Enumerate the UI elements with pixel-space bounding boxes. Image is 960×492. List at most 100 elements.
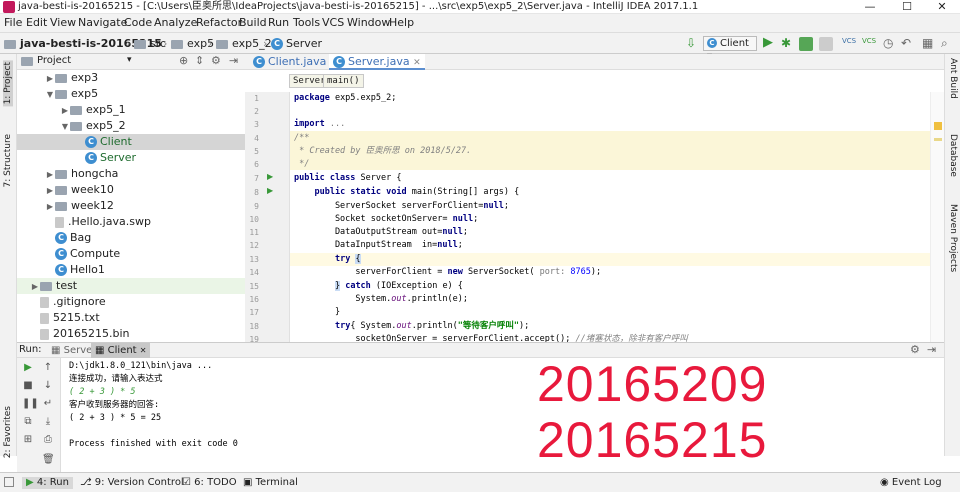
run-gutter-icon[interactable]: ▶ xyxy=(267,172,273,181)
collapsed-arrow-icon[interactable]: ▶ xyxy=(45,183,55,199)
settings-gear-icon[interactable]: ⚙ xyxy=(211,54,221,67)
stop-icon[interactable] xyxy=(819,37,833,51)
history-icon[interactable]: ◷ xyxy=(883,36,893,50)
collapsed-arrow-icon[interactable]: ▶ xyxy=(45,199,55,215)
tree-item-compute[interactable]: C Compute xyxy=(17,246,245,262)
tree-item-test[interactable]: ▶ test xyxy=(17,278,245,294)
settings-gear-icon[interactable]: ⚙ xyxy=(910,343,920,356)
tab-server-java[interactable]: C Server.java ✕ xyxy=(329,54,425,70)
scroll-down-icon[interactable]: ↓ xyxy=(42,380,54,392)
scroll-marker[interactable] xyxy=(934,138,942,141)
editor-crumb-method[interactable]: main() xyxy=(323,74,364,88)
restore-layout-icon[interactable]: ⊞ xyxy=(22,434,34,446)
pause-icon[interactable]: ❚❚ xyxy=(22,398,39,410)
search-icon[interactable]: ⌕ xyxy=(941,36,948,51)
menu-run[interactable]: Run xyxy=(268,16,289,30)
print-icon[interactable]: ⎙ xyxy=(42,434,54,446)
close-button[interactable]: ✕ xyxy=(924,0,960,14)
expanded-arrow-icon[interactable]: ▼ xyxy=(45,87,55,103)
collapsed-arrow-icon[interactable]: ▶ xyxy=(45,71,55,87)
scroll-from-source-icon[interactable]: ⊕ xyxy=(179,54,188,67)
tree-item-bag[interactable]: C Bag xyxy=(17,230,245,246)
collapsed-arrow-icon[interactable]: ▶ xyxy=(30,279,40,295)
menu-file[interactable]: File xyxy=(4,16,22,30)
hide-panel-icon[interactable]: ⇥ xyxy=(229,54,238,67)
tree-item-exp5-2[interactable]: ▼ exp5_2 xyxy=(17,118,245,134)
editor-scrollbar[interactable] xyxy=(930,92,944,342)
collapsed-arrow-icon[interactable]: ▶ xyxy=(45,167,55,183)
stop-icon[interactable]: ■ xyxy=(22,380,34,392)
run-console[interactable]: D:\jdk1.8.0_121\bin\java ... 连接成功，请输入表达式… xyxy=(61,358,944,472)
menu-tools[interactable]: Tools xyxy=(293,16,320,30)
project-tool-tab[interactable]: 1: Project xyxy=(3,60,13,107)
breadcrumb-server[interactable]: C Server xyxy=(271,37,322,51)
project-view-dropdown-icon[interactable]: ▾ xyxy=(127,55,132,65)
tree-item-20165215-bin[interactable]: 20165215.bin xyxy=(17,326,245,342)
clear-all-icon[interactable]: 🗑 xyxy=(42,454,55,466)
close-tab-icon[interactable]: ✕ xyxy=(413,58,421,68)
tree-item-gitignore[interactable]: .gitignore xyxy=(17,294,245,310)
rerun-icon[interactable]: ▶ xyxy=(22,362,34,374)
tree-item-hello-java-swp[interactable]: .Hello.java.swp xyxy=(17,214,245,230)
menu-edit[interactable]: Edit xyxy=(26,16,47,30)
collapsed-arrow-icon[interactable]: ▶ xyxy=(60,103,70,119)
scroll-up-icon[interactable]: ↑ xyxy=(42,362,54,374)
warning-marker-icon[interactable] xyxy=(934,122,942,130)
tree-item-hello1[interactable]: C Hello1 xyxy=(17,262,245,278)
tool-window-toggle-icon[interactable] xyxy=(4,477,14,487)
favorites-tool-tab[interactable]: 2: Favorites xyxy=(3,406,13,458)
menu-window[interactable]: Window xyxy=(347,16,390,30)
structure-tool-tab[interactable]: 7: Structure xyxy=(3,134,13,188)
project-structure-icon[interactable]: ▦ xyxy=(922,36,933,50)
tree-item-server[interactable]: C Server xyxy=(17,150,245,166)
todo-tool-button[interactable]: ☑ 6: TODO xyxy=(182,477,237,489)
menu-build[interactable]: Build xyxy=(239,16,267,30)
expanded-arrow-icon[interactable]: ▼ xyxy=(60,119,70,135)
code-editor[interactable]: package exp5.exp5_2; import ... /** * Cr… xyxy=(290,92,930,342)
breadcrumb-src[interactable]: src xyxy=(134,37,166,51)
vcs-commit-icon[interactable]: VCS xyxy=(862,37,876,45)
tree-item-exp5[interactable]: ▼ exp5 xyxy=(17,86,245,102)
coverage-icon[interactable] xyxy=(799,37,813,51)
run-gutter-icon[interactable]: ▶ xyxy=(267,186,273,195)
menu-code[interactable]: Code xyxy=(124,16,152,30)
scroll-to-end-icon[interactable]: ⤓ xyxy=(42,416,54,428)
dump-threads-icon[interactable]: ⧉ xyxy=(22,416,34,428)
database-tool-tab[interactable]: Database xyxy=(948,134,958,177)
build-hammer-icon[interactable]: ⇩ xyxy=(686,36,696,50)
terminal-tool-button[interactable]: ▣ Terminal xyxy=(243,477,298,489)
menu-analyze[interactable]: Analyze xyxy=(154,16,197,30)
menu-navigate[interactable]: Navigate xyxy=(78,16,127,30)
tree-item-exp3[interactable]: ▶ exp3 xyxy=(17,70,245,86)
tree-item-5215-txt[interactable]: 5215.txt xyxy=(17,310,245,326)
tab-client-java[interactable]: CClient.java ✕ xyxy=(249,54,341,70)
event-log-button[interactable]: ◉ Event Log xyxy=(880,477,942,489)
maximize-button[interactable]: ☐ xyxy=(889,0,925,14)
close-tab-icon[interactable]: ✕ xyxy=(140,346,147,355)
version-control-tool-button[interactable]: ⎇ 9: Version Control xyxy=(80,477,184,489)
menu-help[interactable]: Help xyxy=(389,16,414,30)
ant-build-tool-tab[interactable]: Ant Build xyxy=(948,58,958,99)
maven-projects-tool-tab[interactable]: Maven Projects xyxy=(948,204,958,272)
tree-item-client[interactable]: C Client xyxy=(17,134,245,150)
run-icon[interactable]: ▶ xyxy=(763,35,773,50)
menu-refactor[interactable]: Refactor xyxy=(196,16,242,30)
run-config-select[interactable]: CClient ▾ xyxy=(703,36,757,62)
project-view-select[interactable]: Project xyxy=(37,55,71,66)
vcs-update-icon[interactable]: VCS xyxy=(842,37,856,45)
tree-item-hongcha[interactable]: ▶ hongcha xyxy=(17,166,245,182)
tree-item-week10[interactable]: ▶ week10 xyxy=(17,182,245,198)
tree-item-label: .gitignore xyxy=(53,295,106,308)
collapse-all-icon[interactable]: ⇕ xyxy=(195,54,204,67)
hide-panel-icon[interactable]: ⇥ xyxy=(927,343,936,356)
menu-vcs[interactable]: VCS xyxy=(322,16,344,30)
revert-icon[interactable]: ↶ xyxy=(901,36,911,50)
tree-item-week12[interactable]: ▶ week12 xyxy=(17,198,245,214)
soft-wrap-icon[interactable]: ↵ xyxy=(42,398,54,410)
tree-item-exp5-1[interactable]: ▶ exp5_1 xyxy=(17,102,245,118)
menu-view[interactable]: View xyxy=(50,16,76,30)
debug-icon[interactable]: ✱ xyxy=(781,36,791,50)
run-tool-button[interactable]: ▶ 4: Run xyxy=(22,477,73,489)
minimize-button[interactable]: — xyxy=(852,0,888,14)
run-tab-client[interactable]: ▦ Client ✕ xyxy=(91,343,151,358)
